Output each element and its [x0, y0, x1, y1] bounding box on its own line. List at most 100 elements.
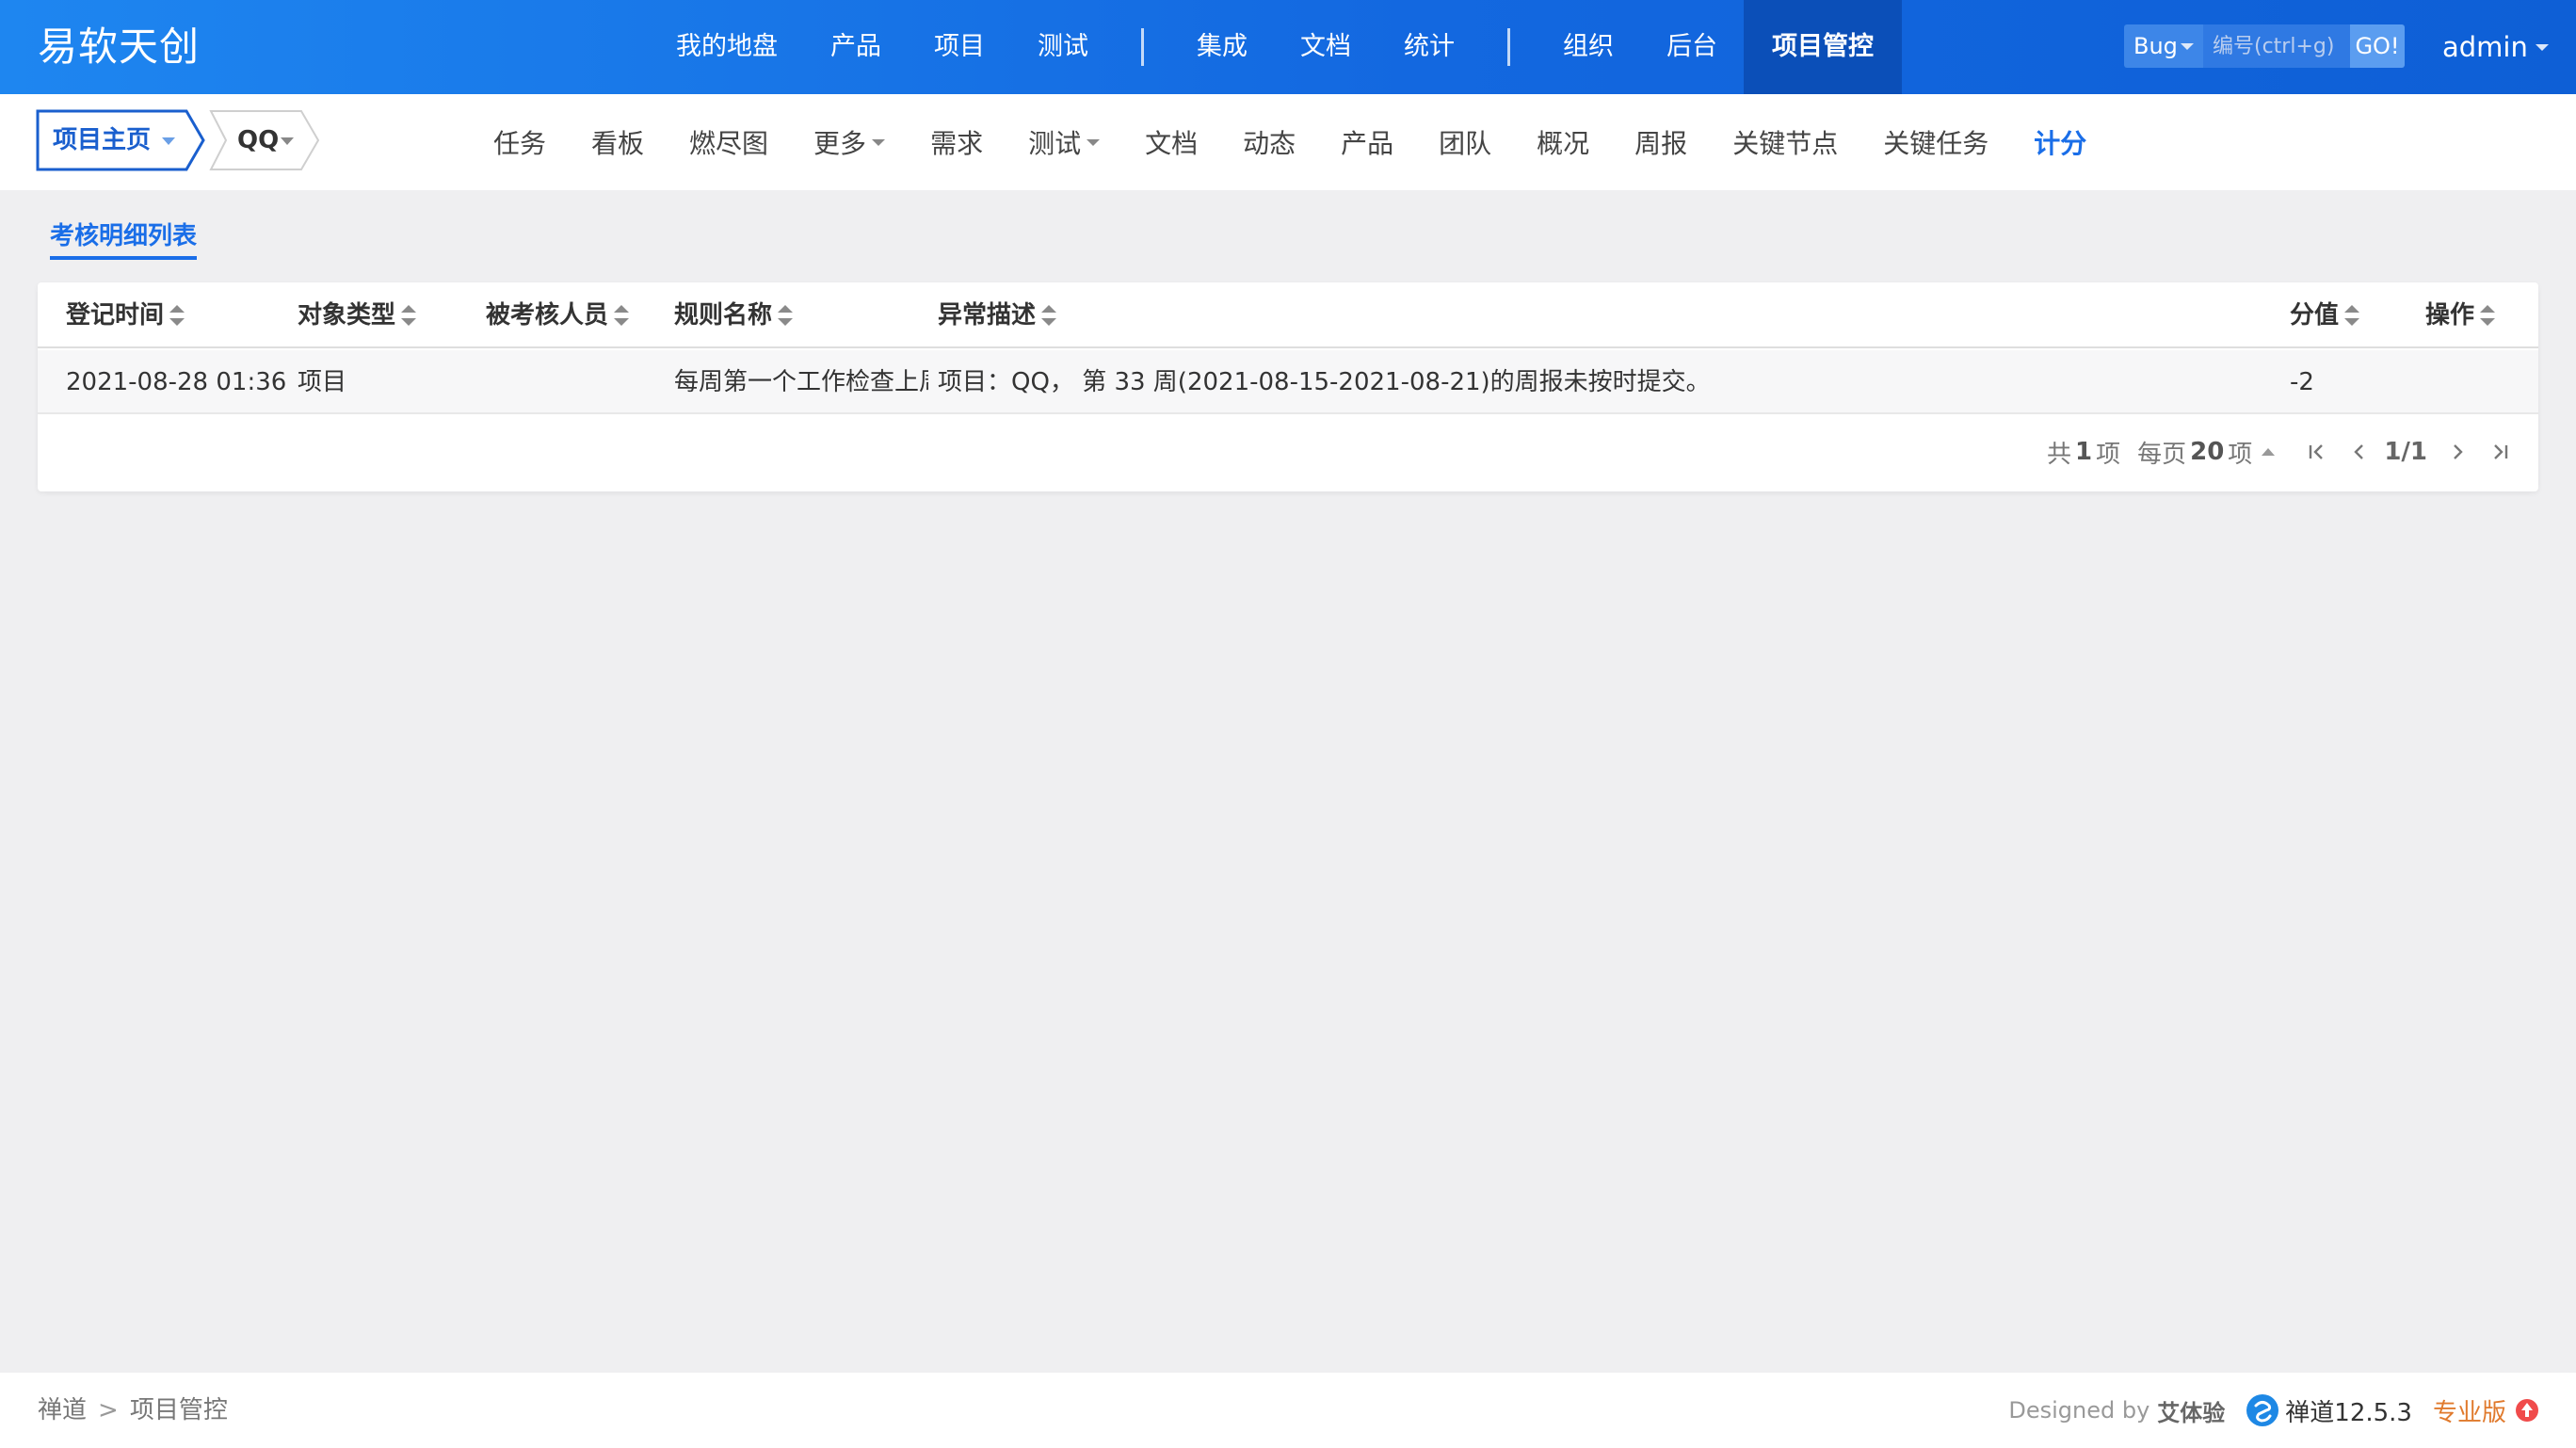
subnav-label: 团队 — [1439, 128, 1492, 159]
column-header-score[interactable]: 分值 — [2290, 282, 2360, 348]
column-header-type[interactable]: 对象类型 — [298, 282, 417, 348]
subnav-item-task[interactable]: 任务 — [471, 123, 569, 161]
version-label[interactable]: 禅道12.5.3 — [2285, 1393, 2412, 1428]
pagination: 共 1 项 每页 20 项 1/1 — [2047, 433, 2520, 471]
breadcrumb-label: 项目主页 — [53, 126, 152, 154]
column-label: 登记时间 — [66, 301, 165, 330]
chevron-right-icon — [2454, 444, 2463, 459]
column-label: 异常描述 — [938, 301, 1037, 330]
last-page-button[interactable] — [2482, 433, 2520, 471]
chevron-left-icon — [2354, 444, 2364, 459]
pager-total-prefix: 共 — [2046, 440, 2071, 469]
pager-total-count: 1 — [2074, 438, 2093, 466]
user-menu[interactable]: admin — [2442, 26, 2549, 68]
column-header-person[interactable]: 被考核人员 — [486, 282, 630, 348]
cell-person — [486, 350, 665, 414]
prev-page-button[interactable] — [2341, 433, 2378, 471]
table-header: 登记时间 对象类型 被考核人员 规则名称 异常描述 分值 操作 — [38, 282, 2538, 348]
subnav-item-weekly[interactable]: 周报 — [1612, 123, 1710, 161]
column-header-rule[interactable]: 规则名称 — [674, 282, 794, 348]
subnav-item-dynamic[interactable]: 动态 — [1220, 123, 1318, 161]
subnav-label: 文档 — [1145, 128, 1199, 159]
nav-item-doc[interactable]: 文档 — [1274, 0, 1377, 94]
subnav-item-burndown[interactable]: 燃尽图 — [667, 123, 791, 161]
first-page-button[interactable] — [2297, 433, 2335, 471]
subnav-item-more[interactable]: 更多 — [791, 123, 908, 161]
search-type-select[interactable]: Bug — [2124, 24, 2203, 68]
chevron-down-icon — [281, 137, 294, 145]
footer-crumb-current[interactable]: 项目管控 — [130, 1392, 228, 1429]
sort-icon — [169, 305, 185, 326]
subnav-item-kanban[interactable]: 看板 — [569, 123, 667, 161]
pager-page-size[interactable]: 每页 20 项 — [2137, 435, 2276, 470]
zentao-logo-icon — [2246, 1394, 2279, 1426]
subnav-item-doc[interactable]: 文档 — [1122, 123, 1220, 161]
nav-item-product[interactable]: 产品 — [804, 0, 908, 94]
sub-nav-bar: 项目主页 QQ 任务 看板 燃尽图 更多 需求 测试 文档 动态 产品 团队 概… — [0, 94, 2576, 190]
chevron-down-icon — [1087, 138, 1101, 146]
subnav-item-team[interactable]: 团队 — [1416, 123, 1514, 161]
subnav-label: 任务 — [493, 128, 547, 159]
nav-item-company[interactable]: 组织 — [1537, 0, 1640, 94]
column-label: 对象类型 — [298, 301, 396, 330]
first-page-icon — [2310, 444, 2324, 459]
tab-assessment-list[interactable]: 考核明细列表 — [50, 217, 198, 260]
column-header-desc[interactable]: 异常描述 — [938, 282, 1057, 348]
subnav-item-milestone[interactable]: 关键节点 — [1710, 123, 1860, 161]
subnav-label: 产品 — [1341, 128, 1394, 159]
sort-icon — [2344, 305, 2360, 326]
nav-item-ci[interactable]: 集成 — [1170, 0, 1274, 94]
breadcrumb-project-select[interactable]: QQ — [209, 109, 322, 171]
pager-total: 共 1 项 — [2047, 435, 2120, 470]
column-label: 操作 — [2425, 301, 2475, 330]
subnav-label: 测试 — [1028, 128, 1082, 159]
footer-credits: Designed by 艾体验 禅道12.5.3 专业版 — [2008, 1392, 2538, 1429]
sort-icon — [778, 305, 794, 326]
edition-link[interactable]: 专业版 — [2433, 1393, 2506, 1428]
nav-item-project[interactable]: 项目 — [908, 0, 1011, 94]
assessment-table-card: 登记时间 对象类型 被考核人员 规则名称 异常描述 分值 操作 2021-08-… — [38, 282, 2538, 491]
next-page-button[interactable] — [2439, 433, 2476, 471]
subnav-label: 关键任务 — [1883, 128, 1989, 159]
nav-item-qa[interactable]: 测试 — [1011, 0, 1115, 94]
chevron-down-icon — [162, 137, 175, 145]
nav-divider — [1141, 28, 1144, 66]
nav-item-admin[interactable]: 后台 — [1640, 0, 1744, 94]
breadcrumb-separator: > — [98, 1396, 119, 1424]
subnav-label: 需求 — [930, 128, 984, 159]
column-label: 被考核人员 — [486, 301, 609, 330]
subnav-item-overview[interactable]: 概况 — [1514, 123, 1612, 161]
subnav-item-product[interactable]: 产品 — [1318, 123, 1416, 161]
upgrade-icon[interactable] — [2516, 1399, 2538, 1422]
cell-actions — [2425, 350, 2529, 414]
subnav-item-key-task[interactable]: 关键任务 — [1860, 123, 2011, 161]
subnav-label: 计分 — [2034, 128, 2087, 159]
pager-total-suffix: 项 — [2096, 440, 2121, 469]
table-row[interactable]: 2021-08-28 01:36:56 项目 每周第一个工作检查上周周报 项目：… — [38, 350, 2538, 414]
designed-by-label: Designed by — [2008, 1397, 2150, 1424]
column-label: 分值 — [2290, 301, 2340, 330]
search-go-button[interactable]: GO! — [2350, 24, 2405, 68]
subnav-item-score[interactable]: 计分 — [2011, 123, 2109, 161]
nav-divider — [1507, 28, 1510, 66]
nav-item-report[interactable]: 统计 — [1377, 0, 1481, 94]
subnav-item-story[interactable]: 需求 — [908, 123, 1006, 161]
column-header-actions[interactable]: 操作 — [2425, 282, 2496, 348]
footer: 禅道 > 项目管控 Designed by 艾体验 禅道12.5.3 专业版 — [0, 1373, 2576, 1448]
breadcrumb-project-home[interactable]: 项目主页 — [36, 109, 207, 171]
nav-item-my[interactable]: 我的地盘 — [650, 0, 804, 94]
cell-score: -2 — [2290, 368, 2314, 396]
chevron-up-icon — [2262, 448, 2276, 456]
nav-item-project-control[interactable]: 项目管控 — [1744, 0, 1902, 94]
column-header-time[interactable]: 登记时间 — [66, 282, 185, 348]
pager-per-prefix: 每页 — [2137, 440, 2187, 469]
subnav-item-test[interactable]: 测试 — [1006, 123, 1122, 161]
subnav-label: 概况 — [1537, 128, 1590, 159]
pager-current-page: 1/1 — [2384, 438, 2427, 466]
last-page-icon — [2494, 444, 2508, 459]
designer-link[interactable]: 艾体验 — [2157, 1394, 2225, 1427]
search-input[interactable] — [2203, 24, 2350, 68]
footer-crumb-home[interactable]: 禅道 — [38, 1392, 87, 1429]
app-logo[interactable]: 易软天创 — [38, 19, 200, 75]
column-label: 规则名称 — [674, 301, 773, 330]
